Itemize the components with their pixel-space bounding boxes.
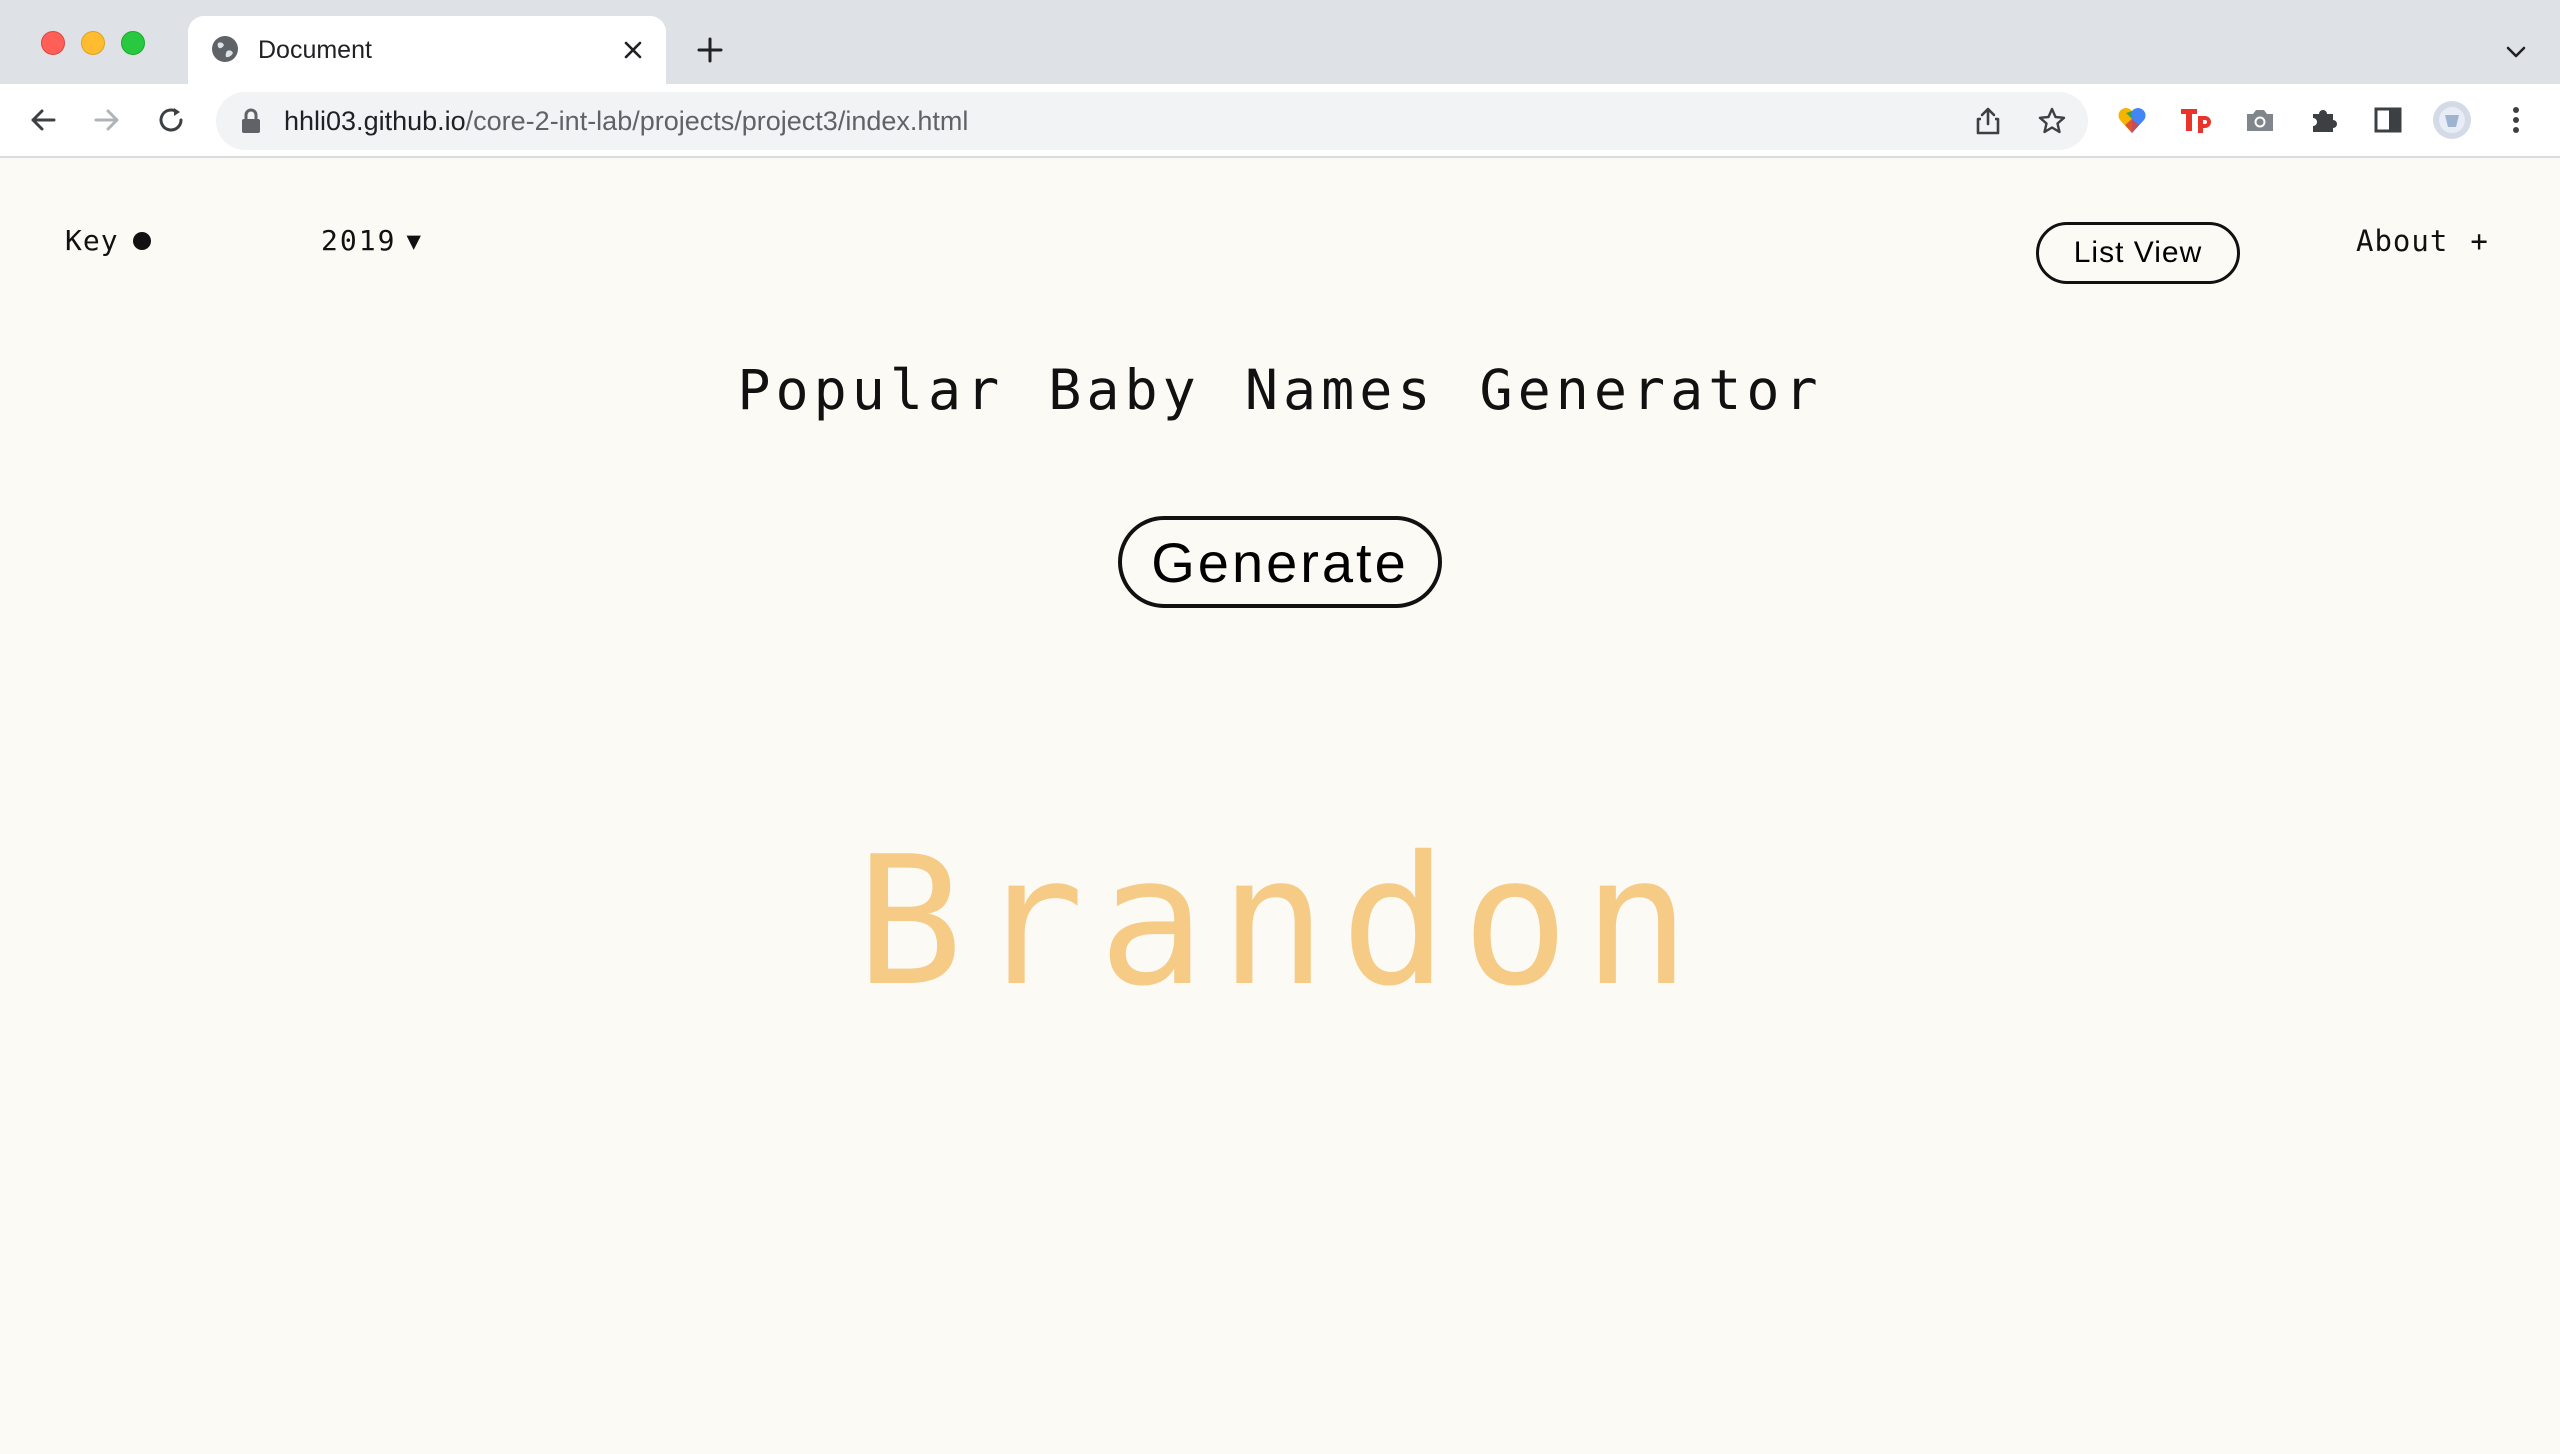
reload-icon[interactable] [148, 97, 194, 143]
window-minimize-button[interactable] [81, 31, 105, 55]
plus-icon: + [2470, 224, 2489, 258]
bookmark-star-icon[interactable] [2032, 101, 2072, 141]
tp-extension-icon[interactable] [2174, 98, 2218, 142]
tab-close-icon[interactable] [616, 33, 650, 67]
year-dropdown[interactable]: 2019 ▼ [321, 224, 423, 257]
heart-extension-icon[interactable] [2110, 98, 2154, 142]
lock-icon [242, 108, 260, 133]
key-label: Key [65, 224, 119, 257]
generated-name: Brandon [855, 818, 1705, 1025]
forward-arrow-icon[interactable] [84, 97, 130, 143]
tab-search-chevron-icon[interactable] [2496, 32, 2536, 72]
back-arrow-icon[interactable] [20, 97, 66, 143]
browser-tab-strip: Document [0, 0, 2560, 84]
camera-icon[interactable] [2238, 98, 2282, 142]
list-view-button[interactable]: List View [2036, 222, 2240, 284]
generate-button[interactable]: Generate [1118, 516, 1442, 608]
profile-avatar-icon[interactable] [2430, 98, 2474, 142]
browser-menu-dots-icon[interactable] [2494, 98, 2538, 142]
page-title: Popular Baby Names Generator [737, 358, 1823, 422]
address-bar[interactable]: hhli03.github.io/core-2-int-lab/projects… [216, 92, 2088, 150]
tab-title: Document [258, 36, 372, 64]
extensions-puzzle-icon[interactable] [2302, 98, 2346, 142]
browser-tab-active[interactable]: Document [188, 16, 666, 84]
key-dot-icon [132, 231, 151, 250]
new-tab-plus-icon[interactable] [690, 30, 730, 70]
about-link[interactable]: About + [2356, 224, 2489, 258]
url-text: hhli03.github.io/core-2-int-lab/projects… [284, 104, 968, 138]
about-label: About [2356, 224, 2449, 258]
url-host: hhli03.github.io [284, 106, 466, 136]
browser-toolbar: hhli03.github.io/core-2-int-lab/projects… [0, 84, 2560, 158]
window-close-button[interactable] [41, 31, 65, 55]
globe-icon [212, 36, 238, 62]
url-path: /core-2-int-lab/projects/project3/index.… [465, 106, 969, 136]
side-panel-icon[interactable] [2366, 98, 2410, 142]
caret-down-icon: ▼ [406, 226, 423, 255]
year-value: 2019 [321, 224, 397, 257]
window-maximize-button[interactable] [121, 31, 145, 55]
key-toggle[interactable]: Key [65, 224, 151, 257]
page-content: Key 2019 ▼ List View About + Popular Bab… [0, 158, 2560, 1454]
share-icon[interactable] [1968, 101, 2008, 141]
